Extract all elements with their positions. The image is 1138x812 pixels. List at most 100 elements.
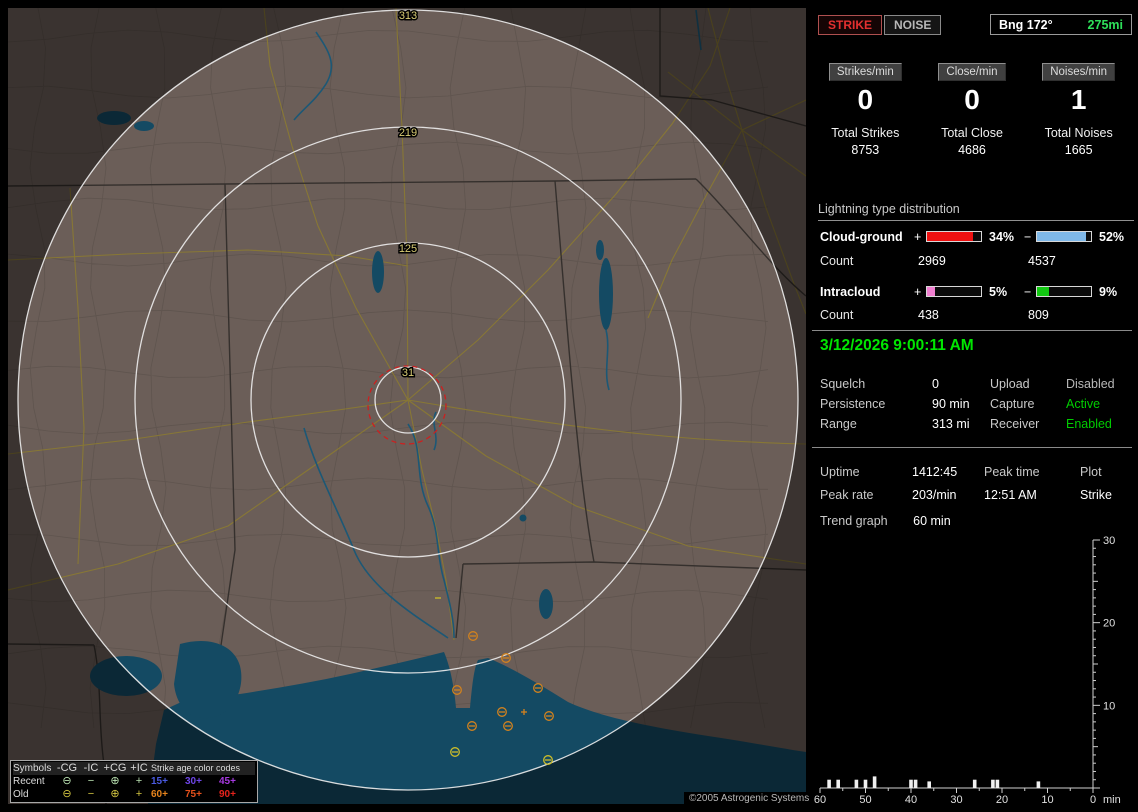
legend-age-title: Strike age color codes xyxy=(151,763,241,773)
total-noises-label: Total Noises xyxy=(1044,126,1113,140)
strikes-per-min-column: Strikes/min 0 Total Strikes 8753 xyxy=(812,62,919,157)
status-panel: STRIKE NOISE Bng 172° 275mi Strikes/min … xyxy=(812,0,1138,812)
range-ring-label: 219 xyxy=(399,127,417,139)
svg-text:0: 0 xyxy=(1090,794,1096,806)
divider xyxy=(812,447,1132,448)
count-label: Count xyxy=(820,308,854,322)
noises-per-min-value: 1 xyxy=(1070,84,1087,115)
legend-old-label: Old xyxy=(13,789,29,800)
svg-text:20: 20 xyxy=(1103,618,1115,630)
rate-columns: Strikes/min 0 Total Strikes 8753 Close/m… xyxy=(812,62,1132,157)
total-close-label: Total Close xyxy=(941,126,1003,140)
total-noises-value: 1665 xyxy=(1064,143,1093,157)
minus-sign: − xyxy=(1024,284,1032,299)
total-strikes-value: 8753 xyxy=(851,143,880,157)
pos-ic-icon: + xyxy=(135,788,143,800)
plot-label: Plot xyxy=(1080,464,1102,479)
svg-text:20: 20 xyxy=(996,794,1008,806)
svg-text:30: 30 xyxy=(1103,535,1115,547)
plus-sign: + xyxy=(914,284,922,299)
pos-ic-count: 438 xyxy=(918,308,939,322)
svg-text:60: 60 xyxy=(814,794,826,806)
squelch-label: Squelch xyxy=(820,377,866,391)
neg-cg-bar-fill xyxy=(1037,232,1086,241)
persistence-label: Persistence xyxy=(820,397,886,411)
close-per-min-value: 0 xyxy=(964,84,980,115)
persistence-value: 90 min xyxy=(932,397,970,411)
intracloud-label: Intracloud xyxy=(820,284,881,299)
trend-axis-labels: 10 20 30 60 50 40 30 20 10 0 min xyxy=(814,535,1121,806)
neg-ic-icon: − xyxy=(87,788,95,800)
legend-col-pos-ic: +IC xyxy=(130,762,148,774)
intracloud-count-row: Count 438 809 xyxy=(820,303,1132,327)
trend-window-value: 60 min xyxy=(913,514,951,528)
plus-sign: + xyxy=(914,229,922,244)
squelch-value: 0 xyxy=(932,377,939,391)
strike-mode-button[interactable]: STRIKE xyxy=(818,15,883,35)
pos-ic-icon: + xyxy=(135,775,143,787)
trend-graph-header: Trend graph 60 min xyxy=(820,514,951,528)
cloud-ground-count-row: Count 2969 4537 xyxy=(820,249,1132,273)
pos-cg-percent: 34% xyxy=(989,229,1015,244)
distribution-title: Lightning type distribution xyxy=(818,202,1134,221)
neg-cg-icon: ⊖ xyxy=(62,775,72,787)
trend-chart: 10 20 30 60 50 40 30 20 10 0 min xyxy=(814,535,1121,806)
trend-axes xyxy=(819,539,1100,793)
uptime-value: 1412:45 xyxy=(912,464,958,479)
neg-cg-bar xyxy=(1036,231,1092,242)
map-legend: Symbols -CG -IC +CG +IC Strike age color… xyxy=(10,760,258,803)
pos-ic-bar-fill xyxy=(927,287,935,296)
age-code-75: 75+ xyxy=(185,789,202,800)
age-code-15: 15+ xyxy=(151,776,168,787)
bearing-readout: Bng 172° 275mi xyxy=(990,14,1132,35)
lightning-monitor-app: 313 219 125 31 Symbols -CG -IC +CG +IC S… xyxy=(0,0,1138,812)
capture-status: Active xyxy=(1066,397,1101,411)
svg-text:10: 10 xyxy=(1103,700,1115,712)
pos-cg-bar xyxy=(926,231,982,242)
peak-rate-label: Peak rate xyxy=(820,487,874,502)
legend-col-neg-ic: -IC xyxy=(83,762,99,774)
upload-label: Upload xyxy=(990,377,1030,391)
pos-cg-bar-fill xyxy=(927,232,974,241)
neg-ic-count: 809 xyxy=(1028,308,1049,322)
strikes-per-min-value: 0 xyxy=(857,84,874,115)
cloud-ground-row: Cloud-ground + 34% − 52% xyxy=(820,224,1132,249)
neg-cg-percent: 52% xyxy=(1099,229,1125,244)
noise-mode-button[interactable]: NOISE xyxy=(884,15,942,35)
minus-sign: − xyxy=(1024,229,1032,244)
lightning-map[interactable]: 313 219 125 31 Symbols -CG -IC +CG +IC S… xyxy=(8,8,815,805)
noises-per-min-chip: Noises/min xyxy=(1042,63,1116,81)
svg-text:40: 40 xyxy=(905,794,917,806)
count-label: Count xyxy=(820,254,854,268)
receiver-label: Receiver xyxy=(990,417,1040,431)
svg-text:30: 30 xyxy=(950,794,962,806)
legend-recent-row: Recent ⊖ − ⊕ + 15+ 30+ 45+ xyxy=(13,775,255,788)
settings-grid: Squelch 0 Upload Disabled Persistence 90… xyxy=(820,374,1132,434)
legend-symbols-label: Symbols xyxy=(13,763,52,774)
range-ring-label: 125 xyxy=(399,243,417,255)
cloud-ground-label: Cloud-ground xyxy=(820,229,903,244)
range-ring-label: 313 xyxy=(399,10,417,22)
current-datetime: 3/12/2026 9:00:11 AM xyxy=(820,337,974,354)
peak-time-label: Peak time xyxy=(984,464,1040,479)
total-strikes-label: Total Strikes xyxy=(831,126,900,140)
pos-cg-icon: ⊕ xyxy=(110,775,120,787)
pos-cg-icon: ⊕ xyxy=(110,788,120,800)
upload-status: Disabled xyxy=(1066,377,1115,391)
range-label: Range xyxy=(820,417,857,431)
pos-ic-bar xyxy=(926,286,982,297)
legend-header-row: Symbols -CG -IC +CG +IC Strike age color… xyxy=(13,762,255,775)
legend-old-row: Old ⊖ − ⊕ + 60+ 75+ 90+ xyxy=(13,788,255,801)
total-close-value: 4686 xyxy=(958,143,986,157)
age-code-60: 60+ xyxy=(151,789,168,800)
uptime-label: Uptime xyxy=(820,464,860,479)
neg-ic-bar xyxy=(1036,286,1092,297)
strikes-per-min-chip: Strikes/min xyxy=(828,63,902,81)
svg-text:10: 10 xyxy=(1041,794,1053,806)
map-canvas[interactable]: 313 219 125 31 xyxy=(8,8,806,804)
noises-per-min-column: Noises/min 1 Total Noises 1665 xyxy=(1025,62,1132,157)
pos-ic-percent: 5% xyxy=(989,284,1008,299)
intracloud-row: Intracloud + 5% − 9% xyxy=(820,279,1132,304)
neg-ic-bar-fill xyxy=(1037,287,1049,296)
age-code-45: 45+ xyxy=(219,776,236,787)
